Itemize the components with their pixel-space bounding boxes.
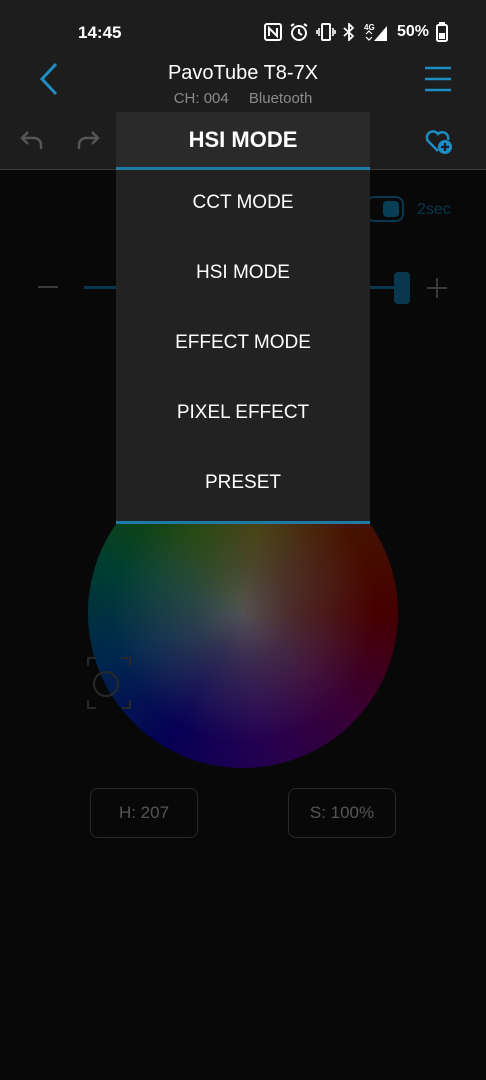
dropdown-bottom-border — [116, 521, 370, 524]
dropdown-selected-mode[interactable]: HSI MODE — [116, 112, 370, 170]
slider-thumb[interactable] — [394, 272, 410, 304]
bluetooth-icon — [343, 23, 355, 41]
device-name: PavoTube T8-7X — [167, 62, 319, 84]
fade-toggle[interactable] — [366, 196, 404, 222]
mode-option-pixel-effect[interactable]: PIXEL EFFECT — [116, 383, 370, 443]
undo-button[interactable] — [18, 128, 46, 152]
saturation-value-box[interactable]: S: 100% — [288, 788, 396, 838]
camera-scan-icon — [87, 657, 131, 709]
add-favorite-button[interactable] — [424, 126, 454, 156]
decrease-button[interactable] — [38, 286, 58, 288]
hamburger-menu-icon — [425, 66, 451, 92]
heart-plus-icon — [425, 130, 452, 154]
mode-option-preset[interactable]: PRESET — [116, 453, 370, 513]
color-picker-capture-button[interactable] — [86, 656, 132, 710]
mode-dropdown: HSI MODE CCT MODE HSI MODE EFFECT MODE P… — [116, 112, 370, 524]
alarm-icon — [290, 23, 308, 41]
toggle-knob — [383, 201, 399, 217]
mode-option-hsi[interactable]: HSI MODE — [116, 243, 370, 303]
4g-signal-icon: 4G — [364, 23, 387, 41]
vibrate-icon — [316, 23, 336, 41]
nfc-icon — [263, 23, 282, 41]
redo-icon — [77, 131, 100, 149]
channel-label: CH: 004 — [173, 90, 229, 107]
increase-button[interactable] — [427, 278, 447, 298]
mode-option-cct[interactable]: CCT MODE — [116, 173, 370, 233]
battery-icon — [436, 22, 448, 42]
fade-time-label: 2sec — [417, 201, 451, 218]
device-subtitle: CH: 004 Bluetooth — [0, 90, 486, 107]
undo-icon — [20, 131, 43, 149]
status-bar: 14:45 4G 50% — [0, 0, 486, 62]
hue-value-box[interactable]: H: 207 — [90, 788, 198, 838]
connection-label: Bluetooth — [248, 90, 313, 107]
status-icons: 4G 50% — [263, 21, 448, 43]
redo-button[interactable] — [74, 128, 102, 152]
menu-button[interactable] — [424, 64, 452, 94]
battery-percent: 50% — [396, 23, 429, 40]
status-time: 14:45 — [78, 23, 122, 42]
mode-option-effect[interactable]: EFFECT MODE — [116, 313, 370, 373]
